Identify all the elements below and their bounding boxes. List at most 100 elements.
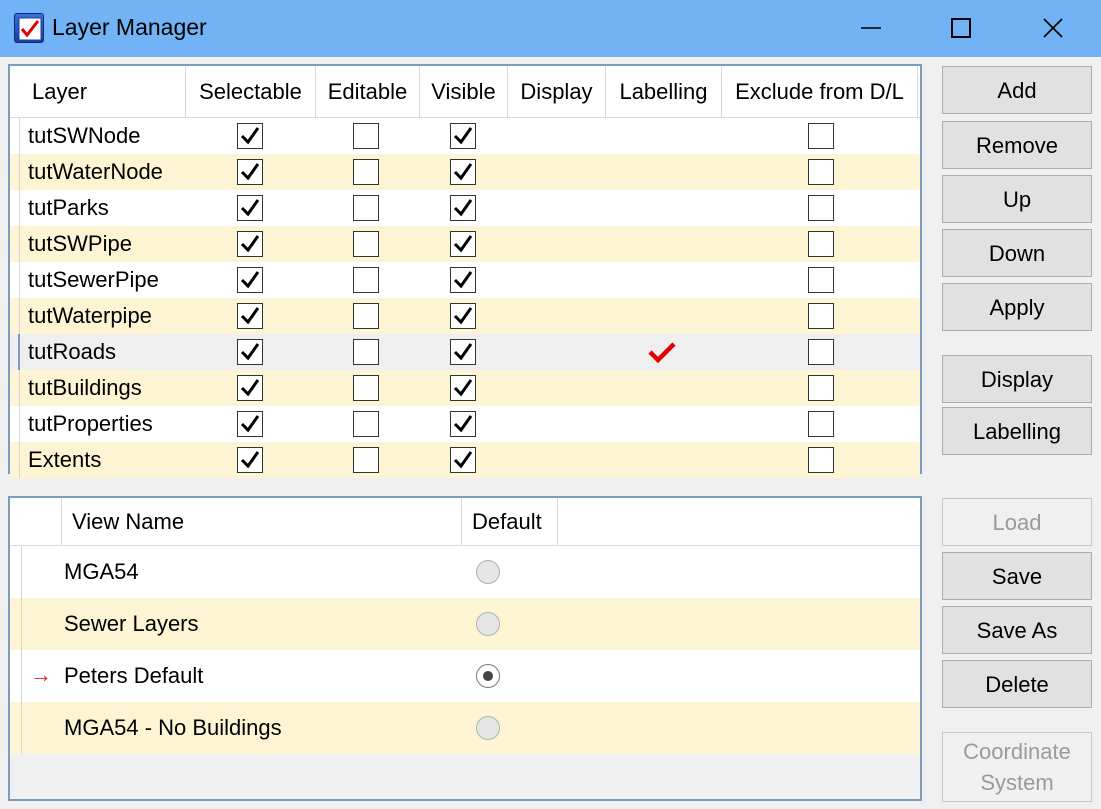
- editable-checkbox[interactable]: [353, 375, 379, 401]
- column-header-default[interactable]: Default: [462, 498, 558, 546]
- labelling-checkmark-icon[interactable]: [647, 340, 677, 369]
- down-button[interactable]: Down: [942, 229, 1092, 277]
- views-grid[interactable]: View Name Default MGA54 Sewer Layers → Pete…: [8, 496, 922, 801]
- visible-checkbox[interactable]: [450, 411, 476, 437]
- row-selector[interactable]: [10, 702, 22, 754]
- delete-button[interactable]: Delete: [942, 660, 1092, 708]
- up-button[interactable]: Up: [942, 175, 1092, 223]
- visible-checkbox[interactable]: [450, 375, 476, 401]
- row-selector[interactable]: [10, 650, 22, 702]
- exclude-checkbox[interactable]: [808, 339, 834, 365]
- column-header-display[interactable]: Display: [508, 66, 606, 118]
- default-radio[interactable]: [476, 612, 500, 636]
- selectable-checkbox[interactable]: [237, 375, 263, 401]
- layer-row[interactable]: tutSWNode: [10, 118, 920, 154]
- default-radio[interactable]: [476, 560, 500, 584]
- editable-checkbox[interactable]: [353, 339, 379, 365]
- exclude-checkbox[interactable]: [808, 375, 834, 401]
- default-radio[interactable]: [476, 664, 500, 688]
- selectable-checkbox[interactable]: [237, 159, 263, 185]
- layer-row[interactable]: tutSewerPipe: [10, 262, 920, 298]
- selectable-checkbox[interactable]: [237, 267, 263, 293]
- exclude-checkbox[interactable]: [808, 123, 834, 149]
- minimize-button[interactable]: [840, 0, 902, 57]
- save-button[interactable]: Save: [942, 552, 1092, 600]
- remove-button[interactable]: Remove: [942, 121, 1092, 169]
- column-header-layer[interactable]: Layer: [10, 66, 186, 118]
- exclude-checkbox[interactable]: [808, 159, 834, 185]
- display-button[interactable]: Display: [942, 355, 1092, 403]
- selectable-checkbox[interactable]: [237, 195, 263, 221]
- visible-checkbox[interactable]: [450, 195, 476, 221]
- editable-checkbox[interactable]: [353, 231, 379, 257]
- labelling-button[interactable]: Labelling: [942, 407, 1092, 455]
- exclude-checkbox[interactable]: [808, 303, 834, 329]
- visible-checkbox[interactable]: [450, 447, 476, 473]
- view-row[interactable]: MGA54: [10, 546, 920, 598]
- layer-row[interactable]: Extents: [10, 442, 920, 478]
- close-button[interactable]: [1022, 0, 1084, 57]
- view-row[interactable]: → Peters Default: [10, 650, 920, 702]
- row-selector[interactable]: [10, 334, 20, 370]
- visible-checkbox[interactable]: [450, 159, 476, 185]
- exclude-checkbox[interactable]: [808, 447, 834, 473]
- column-header-visible[interactable]: Visible: [420, 66, 508, 118]
- exclude-checkbox[interactable]: [808, 267, 834, 293]
- view-row[interactable]: MGA54 - No Buildings: [10, 702, 920, 754]
- layer-row[interactable]: tutWaterpipe: [10, 298, 920, 334]
- layer-row[interactable]: tutWaterNode: [10, 154, 920, 190]
- layer-row[interactable]: tutSWPipe: [10, 226, 920, 262]
- save-as-button[interactable]: Save As: [942, 606, 1092, 654]
- add-button[interactable]: Add: [942, 66, 1092, 114]
- row-selector[interactable]: [10, 262, 20, 298]
- editable-checkbox[interactable]: [353, 411, 379, 437]
- column-header-selectable[interactable]: Selectable: [186, 66, 316, 118]
- editable-checkbox[interactable]: [353, 123, 379, 149]
- layers-grid[interactable]: Layer Selectable Editable Visible Displa…: [8, 64, 922, 478]
- layer-row[interactable]: tutRoads: [10, 334, 920, 370]
- load-button[interactable]: Load: [942, 498, 1092, 546]
- editable-checkbox[interactable]: [353, 159, 379, 185]
- editable-checkbox[interactable]: [353, 195, 379, 221]
- row-selector[interactable]: [10, 118, 20, 154]
- layer-row[interactable]: tutBuildings: [10, 370, 920, 406]
- editable-checkbox[interactable]: [353, 303, 379, 329]
- row-selector[interactable]: [10, 598, 22, 650]
- visible-checkbox[interactable]: [450, 303, 476, 329]
- column-header-exclude[interactable]: Exclude from D/L: [722, 66, 918, 118]
- view-row[interactable]: Sewer Layers: [10, 598, 920, 650]
- row-selector[interactable]: [10, 442, 20, 478]
- layer-row[interactable]: tutParks: [10, 190, 920, 226]
- editable-checkbox[interactable]: [353, 447, 379, 473]
- row-selector[interactable]: [10, 154, 20, 190]
- selectable-checkbox[interactable]: [237, 231, 263, 257]
- visible-checkbox[interactable]: [450, 339, 476, 365]
- selectable-checkbox[interactable]: [237, 339, 263, 365]
- coordinate-system-button[interactable]: Coordinate System: [942, 732, 1092, 802]
- row-selector[interactable]: [10, 546, 22, 598]
- exclude-checkbox[interactable]: [808, 195, 834, 221]
- visible-checkbox[interactable]: [450, 231, 476, 257]
- selectable-checkbox[interactable]: [237, 303, 263, 329]
- column-header-editable[interactable]: Editable: [316, 66, 420, 118]
- selectable-checkbox[interactable]: [237, 123, 263, 149]
- row-selector[interactable]: [10, 406, 20, 442]
- column-header-view-name[interactable]: View Name: [62, 498, 462, 546]
- exclude-checkbox[interactable]: [808, 231, 834, 257]
- column-header-labelling[interactable]: Labelling: [606, 66, 722, 118]
- default-radio[interactable]: [476, 716, 500, 740]
- visible-checkbox[interactable]: [450, 123, 476, 149]
- visible-checkbox[interactable]: [450, 267, 476, 293]
- apply-button[interactable]: Apply: [942, 283, 1092, 331]
- exclude-checkbox[interactable]: [808, 411, 834, 437]
- layer-row[interactable]: tutProperties: [10, 406, 920, 442]
- row-selector[interactable]: [10, 298, 20, 334]
- editable-checkbox[interactable]: [353, 267, 379, 293]
- row-selector[interactable]: [10, 226, 20, 262]
- maximize-button[interactable]: [930, 0, 992, 57]
- title-bar[interactable]: Layer Manager: [0, 0, 1101, 57]
- selectable-checkbox[interactable]: [237, 447, 263, 473]
- selectable-checkbox[interactable]: [237, 411, 263, 437]
- row-selector[interactable]: [10, 190, 20, 226]
- row-selector[interactable]: [10, 370, 20, 406]
